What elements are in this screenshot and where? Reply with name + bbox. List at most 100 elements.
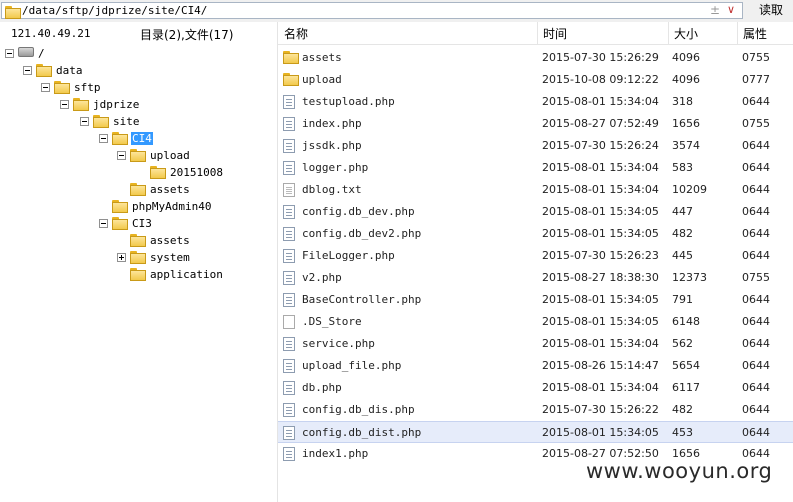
tree-node[interactable]: assets bbox=[117, 233, 287, 249]
file-row[interactable]: testupload.php 2015-08-01 15:34:04 318 0644 bbox=[278, 91, 793, 113]
path-text[interactable]: /data/sftp/jdprize/site/CI4/ bbox=[22, 4, 207, 17]
tree-node-label[interactable]: sftp bbox=[73, 81, 102, 94]
column-divider[interactable] bbox=[537, 22, 538, 44]
file-name: .DS_Store bbox=[302, 315, 362, 328]
file-attr: 0644 bbox=[742, 227, 770, 240]
file-size: 791 bbox=[672, 293, 693, 306]
file-row[interactable]: .DS_Store 2015-08-01 15:34:05 6148 0644 bbox=[278, 311, 793, 333]
file-time: 2015-08-01 15:34:05 bbox=[542, 227, 659, 240]
file-name: db.php bbox=[302, 381, 342, 394]
file-size: 318 bbox=[672, 95, 693, 108]
directory-tree-panel: 121.40.49.21 目录(2),文件(17) / data sftp jdpri… bbox=[0, 22, 278, 502]
collapse-icon[interactable] bbox=[60, 100, 69, 109]
tree-node-label[interactable]: site bbox=[112, 115, 141, 128]
read-button[interactable]: 读取 bbox=[749, 2, 793, 19]
file-name: service.php bbox=[302, 337, 375, 350]
tree-node[interactable]: data bbox=[23, 63, 193, 79]
chevron-down-icon[interactable]: ∨ bbox=[727, 3, 735, 16]
file-attr: 0644 bbox=[742, 403, 770, 416]
file-row[interactable]: config.db_dev2.php 2015-08-01 15:34:05 482… bbox=[278, 223, 793, 245]
expand-icon[interactable] bbox=[117, 253, 126, 262]
tree-node-label[interactable]: / bbox=[37, 47, 46, 60]
tree-node-label[interactable]: CI3 bbox=[131, 217, 153, 230]
tree-node-label[interactable]: upload bbox=[149, 149, 191, 162]
folder-icon bbox=[54, 81, 70, 94]
column-attr[interactable]: 属性 bbox=[743, 25, 767, 42]
folder-icon bbox=[130, 268, 146, 281]
tree-node[interactable]: site bbox=[80, 114, 250, 130]
column-name[interactable]: 名称 bbox=[284, 25, 308, 42]
file-time: 2015-10-08 09:12:22 bbox=[542, 73, 659, 86]
plus-minus-icon[interactable]: ± bbox=[710, 3, 720, 17]
file-row[interactable]: index.php 2015-08-27 07:52:49 1656 0755 bbox=[278, 113, 793, 135]
file-row[interactable]: BaseController.php 2015-08-01 15:34:05 791… bbox=[278, 289, 793, 311]
collapse-icon[interactable] bbox=[41, 83, 50, 92]
folder-icon bbox=[112, 132, 128, 145]
file-row[interactable]: upload_file.php 2015-08-26 15:14:47 5654 06… bbox=[278, 355, 793, 377]
php-file-icon bbox=[283, 293, 295, 307]
file-row[interactable]: logger.php 2015-08-01 15:34:04 583 0644 bbox=[278, 157, 793, 179]
collapse-icon[interactable] bbox=[5, 49, 14, 58]
file-time: 2015-08-01 15:34:05 bbox=[542, 205, 659, 218]
file-row[interactable]: upload 2015-10-08 09:12:22 4096 0777 bbox=[278, 69, 793, 91]
file-time: 2015-07-30 15:26:24 bbox=[542, 139, 659, 152]
file-row[interactable]: db.php 2015-08-01 15:34:04 6117 0644 bbox=[278, 377, 793, 399]
folder-icon bbox=[36, 64, 52, 77]
tree-node-label[interactable]: assets bbox=[149, 234, 191, 247]
tree-node-label[interactable]: 20151008 bbox=[169, 166, 224, 179]
file-row[interactable]: FileLogger.php 2015-07-30 15:26:23 445 0644 bbox=[278, 245, 793, 267]
file-row[interactable]: v2.php 2015-08-27 18:38:30 12373 0755 bbox=[278, 267, 793, 289]
column-size[interactable]: 大小 bbox=[674, 25, 698, 42]
file-attr: 0777 bbox=[742, 73, 770, 86]
tree-node[interactable]: application bbox=[117, 267, 287, 283]
tree-node[interactable]: sftp bbox=[41, 80, 211, 96]
file-size: 12373 bbox=[672, 271, 707, 284]
php-file-icon bbox=[283, 359, 295, 373]
php-file-icon bbox=[283, 337, 295, 351]
path-input[interactable]: /data/sftp/jdprize/site/CI4/ ± ∨ bbox=[1, 2, 743, 19]
tree-node[interactable]: CI3 bbox=[99, 216, 269, 232]
file-row[interactable]: config.db_dev.php 2015-08-01 15:34:05 447 0… bbox=[278, 201, 793, 223]
collapse-icon[interactable] bbox=[117, 151, 126, 160]
tree-node-label[interactable]: assets bbox=[149, 183, 191, 196]
file-attr: 0644 bbox=[742, 381, 770, 394]
tree-node[interactable]: assets bbox=[117, 182, 287, 198]
file-size: 482 bbox=[672, 403, 693, 416]
php-file-icon bbox=[283, 95, 295, 109]
php-file-icon bbox=[283, 227, 295, 241]
file-size: 482 bbox=[672, 227, 693, 240]
column-divider[interactable] bbox=[668, 22, 669, 44]
file-row[interactable]: config.db_dis.php 2015-07-30 15:26:22 482 0… bbox=[278, 399, 793, 421]
collapse-icon[interactable] bbox=[99, 219, 108, 228]
php-file-icon bbox=[283, 139, 295, 153]
file-row[interactable]: config.db_dist.php 2015-08-01 15:34:05 453… bbox=[278, 421, 793, 443]
tree-node-label[interactable]: system bbox=[149, 251, 191, 264]
tree-node[interactable]: system bbox=[117, 250, 287, 266]
php-file-icon bbox=[283, 447, 295, 461]
php-file-icon bbox=[283, 426, 295, 440]
column-time[interactable]: 时间 bbox=[543, 25, 567, 42]
tree-node-label[interactable]: data bbox=[55, 64, 84, 77]
tree-node[interactable]: CI4 bbox=[99, 131, 269, 147]
file-row[interactable]: assets 2015-07-30 15:26:29 4096 0755 bbox=[278, 47, 793, 69]
tree-node-label[interactable]: jdprize bbox=[92, 98, 140, 111]
tree-node[interactable]: phpMyAdmin40 bbox=[99, 199, 269, 215]
tree-node-label[interactable]: phpMyAdmin40 bbox=[131, 200, 212, 213]
tree-node-label[interactable]: application bbox=[149, 268, 224, 281]
file-row[interactable]: service.php 2015-08-01 15:34:04 562 0644 bbox=[278, 333, 793, 355]
column-header: 名称 时间 大小 属性 bbox=[278, 22, 793, 45]
file-time: 2015-08-27 18:38:30 bbox=[542, 271, 659, 284]
file-size: 4096 bbox=[672, 51, 700, 64]
collapse-icon[interactable] bbox=[99, 134, 108, 143]
file-row[interactable]: dblog.txt 2015-08-01 15:34:04 10209 0644 bbox=[278, 179, 793, 201]
collapse-icon[interactable] bbox=[23, 66, 32, 75]
tree-node[interactable]: upload bbox=[117, 148, 287, 164]
column-divider[interactable] bbox=[737, 22, 738, 44]
file-time: 2015-08-01 15:34:05 bbox=[542, 315, 659, 328]
file-row[interactable]: jssdk.php 2015-07-30 15:26:24 3574 0644 bbox=[278, 135, 793, 157]
file-size: 453 bbox=[672, 426, 693, 439]
collapse-icon[interactable] bbox=[80, 117, 89, 126]
tree-node[interactable]: jdprize bbox=[60, 97, 230, 113]
tree-node-label[interactable]: CI4 bbox=[131, 132, 153, 145]
tree-node[interactable]: / bbox=[5, 46, 175, 62]
